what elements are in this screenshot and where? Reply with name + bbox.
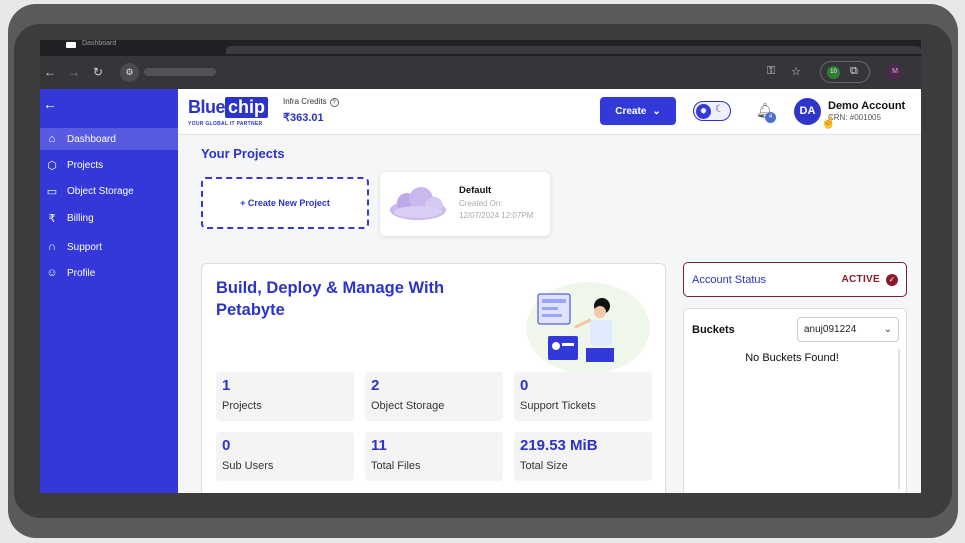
profile-avatar[interactable]: M [887, 64, 903, 80]
user-avatar[interactable]: DA [794, 98, 821, 125]
bookmark-star-icon[interactable]: ☆ [791, 65, 801, 78]
project-card[interactable]: Default Created On: 12/07/2024 12:07PM [380, 172, 550, 236]
infra-credits-label: Infra Credits? [283, 97, 339, 107]
stat-total-files: 11 Total Files [365, 432, 503, 481]
sidebar-item-object-storage[interactable]: ▭ Object Storage [40, 180, 178, 202]
account-status-card: Account Status ACTIVE ✓ [683, 262, 907, 297]
buckets-scrollbar[interactable] [898, 349, 900, 489]
address-bar[interactable]: ⚙ [120, 62, 820, 83]
puzzle-icon[interactable]: ⧉ [850, 65, 858, 78]
forward-icon[interactable]: → [68, 65, 80, 79]
credits-label-text: Infra Credits [283, 97, 327, 106]
stat-label: Projects [222, 400, 262, 412]
extension-badge[interactable]: 10 [827, 66, 840, 79]
password-key-icon[interactable]: ⚿ [767, 65, 775, 78]
app-header: Blue chip YOUR GLOBAL IT PARTNER Infra Cr… [178, 89, 921, 135]
tab-title[interactable]: Dashboard [82, 40, 116, 47]
sidebar-item-label: Profile [67, 267, 96, 279]
stat-value: 2 [371, 377, 380, 394]
project-created-date: 12/07/2024 12:07PM [459, 211, 534, 220]
reload-icon[interactable]: ↻ [93, 65, 103, 79]
moon-icon: ☾ [715, 104, 724, 115]
tab-favicon[interactable] [66, 42, 76, 48]
stat-total-size: 219.53 MiB Total Size [514, 432, 652, 481]
sidebar-item-label: Object Storage [67, 185, 134, 197]
chevron-down-icon: ⌄ [652, 105, 661, 117]
sidebar-item-profile[interactable]: ☺ Profile [40, 262, 178, 284]
stat-support-tickets: 0 Support Tickets [514, 372, 652, 421]
app-page: ← ⌂ Dashboard ⬡ Projects ▭ Object Storag… [40, 89, 921, 493]
stat-object-storage: 2 Object Storage [365, 372, 503, 421]
create-button[interactable]: Create ⌄ [600, 97, 676, 125]
sidebar-item-support[interactable]: ∩ Support [40, 236, 178, 258]
mouse-cursor-icon: ☝ [821, 115, 836, 129]
sidebar-item-label: Support [67, 241, 103, 253]
stat-label: Sub Users [222, 460, 274, 472]
stat-label: Object Storage [371, 400, 445, 412]
stat-value: 11 [371, 437, 387, 454]
browser-window: Dashboard ← → ↻ ⚙ ⚿ ☆ 10 ⧉ M ← ⌂ Dashboa… [40, 40, 921, 493]
theme-toggle[interactable]: ✹ ☾ [693, 101, 731, 121]
buckets-panel: Buckets anuj091224 ⌄ No Buckets Found! [683, 308, 907, 493]
account-status-label: Account Status [692, 274, 766, 286]
user-icon: ☺ [46, 267, 58, 279]
stat-value: 219.53 MiB [520, 437, 598, 454]
account-status-badge: ACTIVE [841, 274, 880, 285]
create-button-label: Create [615, 105, 647, 117]
sidebar-item-label: Billing [67, 212, 94, 224]
bluechip-logo[interactable]: Blue chip YOUR GLOBAL IT PARTNER [188, 97, 269, 127]
browser-toolbar: ← → ↻ ⚙ ⚿ ☆ 10 ⧉ M [40, 56, 921, 89]
sidebar: ← ⌂ Dashboard ⬡ Projects ▭ Object Storag… [40, 89, 178, 493]
stat-label: Support Tickets [520, 400, 596, 412]
hero-panel: Build, Deploy & Manage With Petabyte 1 P… [201, 263, 666, 493]
bucket-select-value: anuj091224 [804, 324, 857, 335]
sidebar-item-label: Projects [67, 159, 104, 171]
logo-text-b: chip [225, 97, 269, 118]
notification-badge: 4 [765, 112, 776, 123]
stat-projects: 1 Projects [216, 372, 354, 421]
main-content: Your Projects + Create New Project Defau… [178, 136, 921, 493]
logo-tagline: YOUR GLOBAL IT PARTNER [188, 121, 263, 127]
stat-label: Total Files [371, 460, 421, 472]
headset-icon: ∩ [48, 241, 56, 253]
sidebar-item-dashboard[interactable]: ⌂ Dashboard [40, 128, 178, 150]
url-text[interactable] [144, 68, 216, 76]
stat-value: 0 [520, 377, 529, 394]
stat-value: 0 [222, 437, 231, 454]
logo-text-a: Blue [188, 97, 226, 117]
no-buckets-message: No Buckets Found! [745, 352, 839, 364]
tab-bar: Dashboard [40, 40, 921, 56]
extensions-group[interactable]: 10 ⧉ [820, 61, 870, 83]
sidebar-item-label: Dashboard [67, 133, 116, 145]
home-icon: ⌂ [48, 133, 56, 145]
sidebar-item-billing[interactable]: ₹ Billing [40, 207, 178, 229]
help-icon[interactable]: ? [329, 98, 339, 107]
stat-sub-users: 0 Sub Users [216, 432, 354, 481]
check-circle-icon: ✓ [886, 274, 898, 286]
rupee-icon: ₹ [48, 212, 56, 225]
credits-value: ₹363.01 [283, 112, 324, 124]
bucket-select[interactable]: anuj091224 ⌄ [797, 317, 899, 342]
create-new-project-button[interactable]: + Create New Project [201, 177, 369, 229]
collapse-arrow-icon[interactable]: ← [43, 96, 57, 112]
hero-title: Build, Deploy & Manage With Petabyte [216, 279, 445, 319]
cube-icon: ⬡ [47, 159, 57, 172]
developer-illustration [526, 282, 650, 374]
back-icon[interactable]: ← [44, 65, 56, 79]
stat-value: 1 [222, 377, 231, 394]
buckets-title: Buckets [692, 324, 735, 336]
tab-strip [226, 46, 921, 54]
stat-label: Total Size [520, 460, 568, 472]
projects-title: Your Projects [201, 146, 285, 161]
project-created-label: Created On: [459, 199, 503, 208]
sun-icon: ✹ [696, 104, 711, 119]
sidebar-item-projects[interactable]: ⬡ Projects [40, 154, 178, 176]
site-settings-icon[interactable]: ⚙ [120, 63, 139, 82]
project-name: Default [459, 185, 492, 196]
chevron-down-icon: ⌄ [883, 324, 892, 335]
cloud-icon [390, 187, 446, 220]
user-name[interactable]: Demo Account [828, 100, 905, 112]
storage-icon: ▭ [46, 185, 58, 198]
